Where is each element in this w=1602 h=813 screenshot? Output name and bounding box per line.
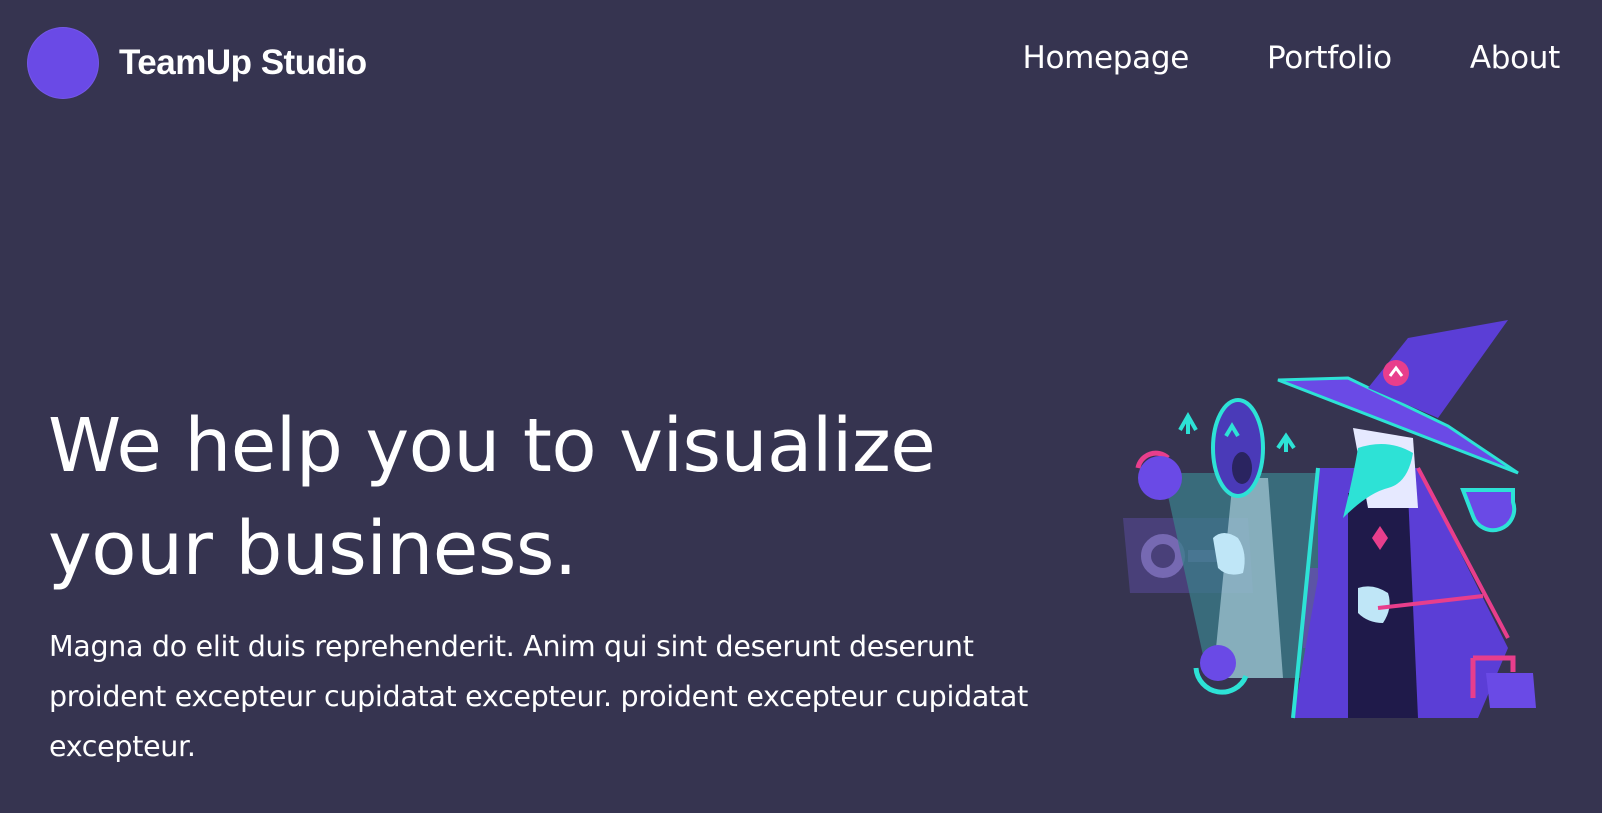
- purple-orb-left: [1138, 456, 1182, 500]
- wizard-illustration: [1123, 320, 1536, 719]
- purple-block-right: [1486, 673, 1536, 708]
- landing-page: TeamUp Studio Homepage Portfolio About W…: [0, 0, 1602, 813]
- brand-name: TeamUp Studio: [119, 43, 367, 82]
- nav-link-about[interactable]: About: [1470, 40, 1560, 76]
- float-arrow-2: [1276, 432, 1296, 452]
- disc-shape-inner: [1232, 452, 1252, 484]
- hat-badge: [1383, 360, 1409, 386]
- hero-title: We help you to visualize your business.: [48, 395, 1098, 601]
- cyan-bowl-right: [1460, 488, 1517, 533]
- brand-logo: [27, 27, 99, 99]
- float-arrow-1: [1178, 411, 1198, 434]
- nav-link-homepage[interactable]: Homepage: [1022, 40, 1189, 76]
- hero-title-line-1: We help you to visualize: [48, 403, 936, 489]
- navbar: TeamUp Studio Homepage Portfolio About: [0, 0, 1602, 126]
- hero-title-line-2: your business.: [48, 506, 577, 592]
- nav-link-portfolio[interactable]: Portfolio: [1267, 40, 1392, 76]
- main-nav: Homepage Portfolio About: [1022, 40, 1560, 76]
- hero-description: Magna do elit duis reprehenderit. Anim q…: [49, 630, 1028, 763]
- brand-link[interactable]: TeamUp Studio: [27, 27, 367, 99]
- purple-orb-bottom: [1200, 645, 1236, 681]
